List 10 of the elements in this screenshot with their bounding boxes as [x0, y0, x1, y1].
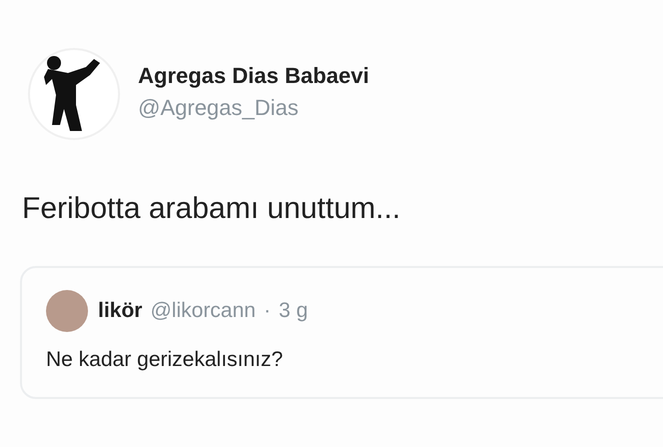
quoted-author-handle: @likorcann: [150, 299, 256, 323]
quoted-time: 3 g: [278, 299, 308, 323]
author-name: Agregas Dias Babaevi: [138, 63, 370, 89]
separator-dot: ·: [264, 299, 271, 323]
quoted-tweet-card[interactable]: likör @likorcann · 3 g Ne kadar gerizekalısınız?: [20, 266, 663, 399]
author-handle: @Agregas_Dias: [138, 95, 300, 121]
quoted-tweet-text: Ne kadar gerizekalısınız?: [46, 348, 284, 372]
tweet-text: Feribotta arabamı unuttum...: [21, 191, 402, 226]
quoted-author-name: likör: [98, 299, 142, 323]
avatar-photo-placeholder: [46, 290, 88, 332]
